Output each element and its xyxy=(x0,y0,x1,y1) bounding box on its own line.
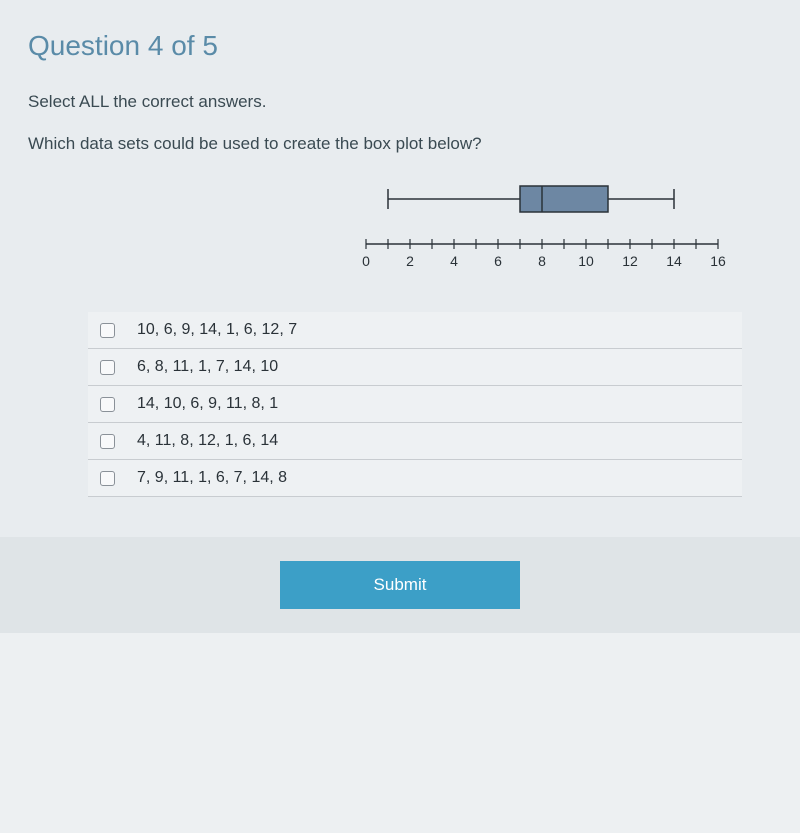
option-row[interactable]: 7, 9, 11, 1, 6, 7, 14, 8 xyxy=(88,460,742,497)
svg-text:10: 10 xyxy=(578,253,594,269)
checkbox[interactable] xyxy=(100,360,115,375)
submit-button[interactable]: Submit xyxy=(280,561,520,609)
svg-text:12: 12 xyxy=(622,253,638,269)
bottom-space xyxy=(0,633,800,833)
svg-text:14: 14 xyxy=(666,253,682,269)
checkbox[interactable] xyxy=(100,397,115,412)
options-list: 10, 6, 9, 14, 1, 6, 12, 7 6, 8, 11, 1, 7,… xyxy=(88,312,742,497)
svg-text:2: 2 xyxy=(406,253,414,269)
option-text: 7, 9, 11, 1, 6, 7, 14, 8 xyxy=(137,469,287,487)
footer-area: Submit xyxy=(0,537,800,633)
svg-text:0: 0 xyxy=(362,253,370,269)
checkbox[interactable] xyxy=(100,471,115,486)
option-row[interactable]: 6, 8, 11, 1, 7, 14, 10 xyxy=(88,349,742,386)
option-row[interactable]: 14, 10, 6, 9, 11, 8, 1 xyxy=(88,386,742,423)
option-text: 6, 8, 11, 1, 7, 14, 10 xyxy=(137,358,278,376)
option-text: 14, 10, 6, 9, 11, 8, 1 xyxy=(137,395,278,413)
checkbox[interactable] xyxy=(100,323,115,338)
svg-text:6: 6 xyxy=(494,253,502,269)
boxplot-figure: 0 2 4 6 8 10 12 14 16 xyxy=(28,174,772,284)
option-text: 10, 6, 9, 14, 1, 6, 12, 7 xyxy=(137,321,297,339)
boxplot-svg: 0 2 4 6 8 10 12 14 16 xyxy=(352,174,732,284)
svg-text:16: 16 xyxy=(710,253,726,269)
svg-text:8: 8 xyxy=(538,253,546,269)
question-prompt: Which data sets could be used to create … xyxy=(28,134,772,154)
question-title: Question 4 of 5 xyxy=(28,30,772,62)
option-row[interactable]: 10, 6, 9, 14, 1, 6, 12, 7 xyxy=(88,312,742,349)
svg-text:4: 4 xyxy=(450,253,458,269)
option-row[interactable]: 4, 11, 8, 12, 1, 6, 14 xyxy=(88,423,742,460)
checkbox[interactable] xyxy=(100,434,115,449)
option-text: 4, 11, 8, 12, 1, 6, 14 xyxy=(137,432,278,450)
instruction-text: Select ALL the correct answers. xyxy=(28,92,772,112)
